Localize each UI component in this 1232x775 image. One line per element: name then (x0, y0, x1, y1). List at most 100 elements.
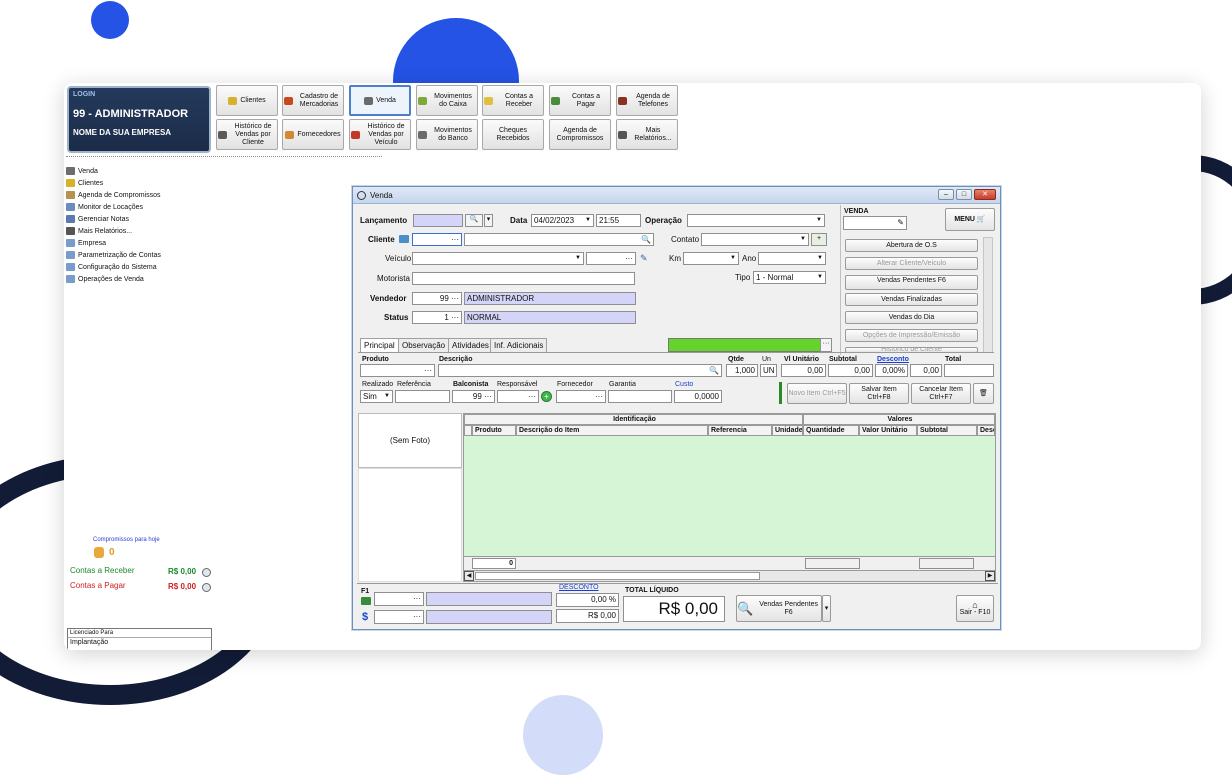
mais-relatorios-button[interactable]: Mais Relatórios... (616, 119, 678, 150)
venda-field[interactable]: ✎ (843, 216, 907, 230)
grid-col-referencia[interactable]: Referencia (708, 425, 772, 436)
close-button[interactable]: ✕ (974, 189, 996, 200)
alterar-cliente-button[interactable]: Alterar Cliente/Veículo (845, 257, 978, 270)
hora-field[interactable]: 21:55 (596, 214, 641, 227)
desconto-pct-field[interactable]: 0,00% (875, 364, 908, 377)
sidebar-item-empresa[interactable]: Empresa (66, 237, 216, 249)
payment-name-field[interactable] (426, 610, 552, 624)
edit-icon[interactable]: ✎ (640, 253, 650, 263)
qtde-field[interactable]: 1,000 (726, 364, 758, 377)
status-name-field[interactable]: NORMAL (464, 311, 636, 324)
refresh-icon[interactable] (202, 583, 211, 592)
add-icon[interactable]: + (541, 391, 552, 402)
grid-hscrollbar[interactable]: ◀ ▶ (464, 570, 995, 581)
grid-col-valor-unitario[interactable]: Valor Unitário (859, 425, 917, 436)
search-icon[interactable]: 🔍 (709, 365, 719, 376)
f1-name-field[interactable] (426, 592, 552, 606)
vendas-pendentes-button[interactable]: Vendas Pendentes F6 (845, 275, 978, 290)
cheques-recebidos-button[interactable]: Cheques Recebidos (482, 119, 544, 150)
sidebar-item-notas[interactable]: Gerenciar Notas (66, 213, 216, 225)
scroll-left-arrow[interactable]: ◀ (464, 571, 474, 581)
search-button[interactable]: 🔍 (465, 214, 483, 227)
cliente-code-field[interactable]: ··· (412, 233, 462, 246)
search-icon[interactable]: 🔍 (641, 234, 651, 245)
desconto-pct-total[interactable]: 0,00 % (556, 593, 619, 607)
novo-item-button[interactable]: Novo Item Ctrl+F5 (787, 383, 847, 404)
scroll-thumb[interactable] (475, 572, 760, 580)
minimize-button[interactable]: – (938, 189, 954, 200)
responsavel-field[interactable]: ··· (497, 390, 539, 403)
scroll-right-arrow[interactable]: ▶ (985, 571, 995, 581)
contato-select[interactable] (701, 233, 809, 246)
vl-unitario-field[interactable]: 0,00 (781, 364, 826, 377)
vendedor-name-field[interactable]: ADMINISTRADOR (464, 292, 636, 305)
contas-pagar-button[interactable]: Contas a Pagar (549, 85, 611, 116)
tipo-select[interactable]: 1 - Normal (753, 271, 826, 284)
tab-atividades[interactable]: Atividades (448, 338, 493, 352)
km-select[interactable] (683, 252, 739, 265)
desconto-value-field[interactable]: 0,00 (910, 364, 942, 377)
vendas-dia-button[interactable]: Vendas do Dia (845, 311, 978, 324)
status-code-field[interactable]: 1 ··· (412, 311, 462, 324)
movimentos-caixa-button[interactable]: Movimentos do Caixa (416, 85, 478, 116)
sidebar-item-agenda[interactable]: Agenda de Compromissos (66, 189, 216, 201)
vendedor-code-field[interactable]: 99 ··· (412, 292, 462, 305)
tab-principal[interactable]: Principal (360, 338, 399, 352)
tab-observacao[interactable]: Observação (398, 338, 450, 352)
cliente-name-field[interactable]: 🔍 (464, 233, 654, 246)
clientes-button[interactable]: Clientes (216, 85, 278, 116)
sidebar-item-clientes[interactable]: Clientes (66, 177, 216, 189)
sidebar-item-configuracao[interactable]: Configuração do Sistema (66, 261, 216, 273)
descricao-field[interactable]: 🔍 (438, 364, 722, 377)
historico-veiculo-button[interactable]: Histórico de Vendas por Veículo (349, 119, 411, 150)
desconto-link[interactable]: DESCONTO (559, 584, 599, 591)
menu-button[interactable]: MENU 🛒 (945, 208, 995, 231)
contas-receber-label[interactable]: Contas a Receber (70, 566, 134, 575)
grid-col-quantidade[interactable]: Quantidade (803, 425, 859, 436)
progress-more-button[interactable]: ··· (820, 338, 832, 352)
veiculo-select[interactable] (412, 252, 584, 265)
desconto-val-total[interactable]: R$ 0,00 (556, 609, 619, 623)
veiculo-code-field[interactable]: ··· (586, 252, 636, 265)
items-grid[interactable]: Identificação Valores Produto Descrição … (463, 413, 996, 582)
add-contact-icon[interactable]: + (811, 233, 827, 246)
sidebar-item-parametrizacao[interactable]: Parametrização de Contas (66, 249, 216, 261)
grid-col-descricao[interactable]: Descrição do Item (516, 425, 708, 436)
maximize-button[interactable]: □ (956, 189, 972, 200)
sidebar-item-venda[interactable]: Venda (66, 165, 216, 177)
ano-select[interactable] (758, 252, 826, 265)
vendas-pendentes-bottom-button[interactable]: 🔍 Vendas Pendentes F6 (736, 595, 822, 622)
sidebar-item-relatorios[interactable]: Mais Relatórios... (66, 225, 216, 237)
cadastro-mercadorias-button[interactable]: Cadastro de Mercadorias (282, 85, 344, 116)
historico-cliente-button[interactable]: Histórico de Vendas por Cliente (216, 119, 278, 150)
subtotal-field[interactable]: 0,00 (828, 364, 873, 377)
venda-button[interactable]: Venda (349, 85, 411, 116)
un-field[interactable]: UN (760, 364, 777, 377)
right-panel-scrollbar[interactable] (983, 237, 993, 353)
garantia-field[interactable] (608, 390, 672, 403)
total-field[interactable] (944, 364, 994, 377)
cancelar-item-button[interactable]: Cancelar Item Ctrl+F7 (911, 383, 971, 404)
data-field[interactable]: 04/02/2023 (531, 214, 594, 227)
tab-inf-adicionais[interactable]: Inf. Adicionais (490, 338, 548, 352)
fornecedor-field[interactable]: ··· (556, 390, 606, 403)
motorista-field[interactable] (412, 272, 635, 285)
grid-col-subtotal[interactable]: Subtotal (917, 425, 977, 436)
agenda-telefones-button[interactable]: Agenda de Telefones (616, 85, 678, 116)
realizado-select[interactable]: Sim (360, 390, 393, 403)
sidebar-item-monitor[interactable]: Monitor de Locações (66, 201, 216, 213)
referencia-field[interactable] (395, 390, 450, 403)
contas-receber-button[interactable]: Contas a Receber (482, 85, 544, 116)
produto-field[interactable]: ··· (360, 364, 435, 377)
f1-code-field[interactable]: ··· (374, 592, 424, 606)
refresh-icon[interactable] (202, 568, 211, 577)
vendas-finalizadas-button[interactable]: Vendas Finalizadas (845, 293, 978, 306)
custo-field[interactable]: 0,0000 (674, 390, 722, 403)
opcoes-impressao-button[interactable]: Opções de Impressão/Emissão (845, 329, 978, 342)
sidebar-item-operacoes[interactable]: Operações de Venda (66, 273, 216, 285)
grid-col-desc[interactable]: Desc (977, 425, 995, 436)
trash-icon[interactable]: 🗑 (973, 383, 994, 404)
grid-col-produto[interactable]: Produto (472, 425, 516, 436)
payment-code-field[interactable]: ··· (374, 610, 424, 624)
grid-col-unidade[interactable]: Unidade (772, 425, 803, 436)
